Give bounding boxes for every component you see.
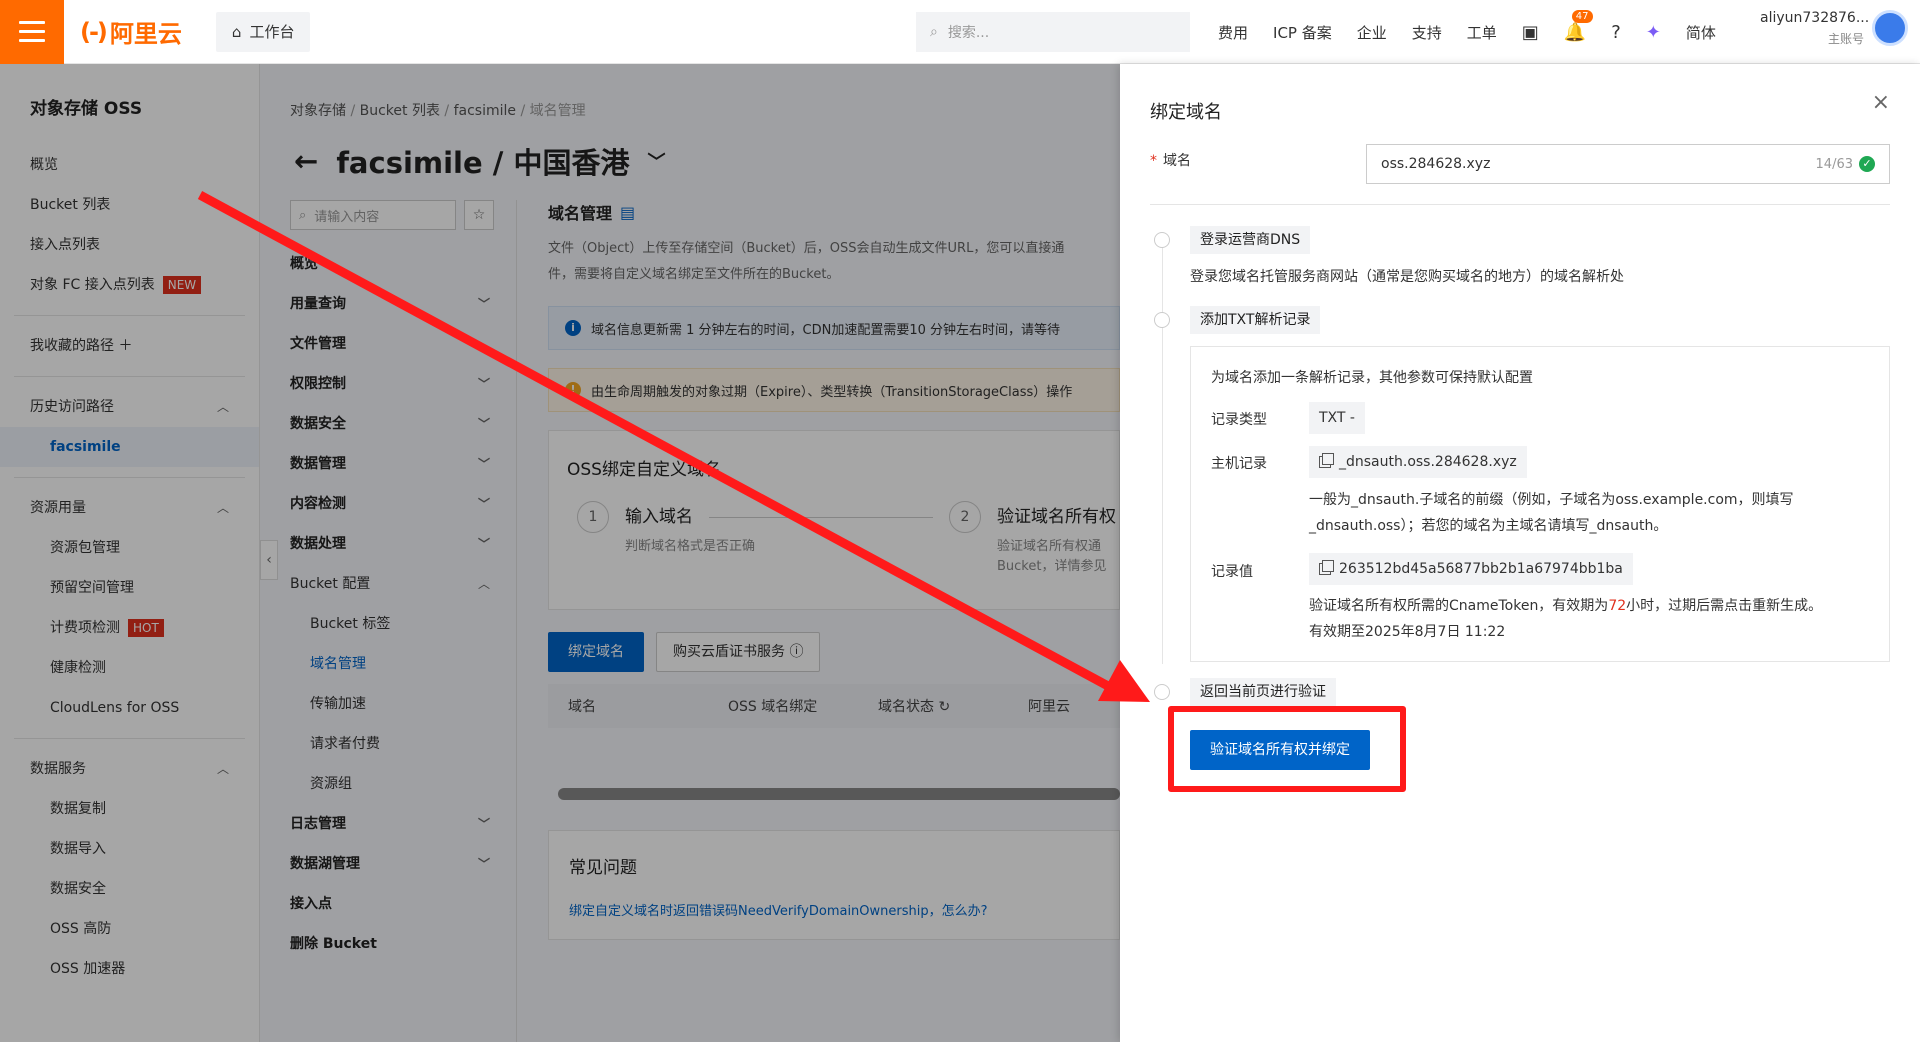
record-value-chip[interactable]: 263512bd45a56877bb2b1a67974bb1ba xyxy=(1309,553,1633,585)
record-value-text: 263512bd45a56877bb2b1a67974bb1ba xyxy=(1339,561,1623,577)
note-line: 一般为_dnsauth.子域名的前缀（例如，子域名为oss.example.co… xyxy=(1309,492,1794,508)
top-bar: (-) 阿里云 ⌂ 工作台 ⌕ 搜索... 费用 ICP 备案 企业 支持 工单 ▣ … xyxy=(0,0,1920,64)
note-line: 验证域名所有权所需的CnameToken，有效期为72小时，过期后需点击重新生成… xyxy=(1309,593,1869,619)
copy-icon[interactable] xyxy=(1319,560,1334,575)
step-tag-verify: 返回当前页进行验证 xyxy=(1190,678,1336,706)
step-dot xyxy=(1154,684,1170,700)
logo-text: 阿里云 xyxy=(109,20,182,48)
host-record-chip[interactable]: _dnsauth.oss.284628.xyz xyxy=(1309,446,1527,478)
workbench-button[interactable]: ⌂ 工作台 xyxy=(215,11,311,52)
search-placeholder: 搜索... xyxy=(947,25,990,41)
domain-label-text: 域名 xyxy=(1163,153,1191,169)
note-text: 验证域名所有权所需的CnameToken，有效期为 xyxy=(1309,598,1609,614)
divider xyxy=(1150,204,1890,205)
notification-badge: 47 xyxy=(1571,9,1593,23)
expiry-line: 有效期至2025年8月7日 11:22 xyxy=(1309,624,1506,640)
char-counter-text: 14/63 xyxy=(1815,156,1853,172)
record-value-note: 验证域名所有权所需的CnameToken，有效期为72小时，过期后需点击重新生成… xyxy=(1309,593,1869,645)
record-value-label: 记录值 xyxy=(1211,564,1253,580)
check-circle-icon: ✓ xyxy=(1859,156,1875,172)
domain-input-value: oss.284628.xyz xyxy=(1381,156,1491,172)
nav-icp[interactable]: ICP 备案 xyxy=(1273,22,1332,43)
search-icon: ⌕ xyxy=(930,24,938,40)
terminal-icon[interactable]: ▣ xyxy=(1522,22,1539,43)
step-tag-add-txt: 添加TXT解析记录 xyxy=(1190,306,1321,334)
nav-enterprise[interactable]: 企业 xyxy=(1357,22,1387,43)
steps-timeline xyxy=(1162,244,1163,664)
modal-mask[interactable] xyxy=(0,64,1120,1042)
highlight-box xyxy=(1168,706,1406,792)
domain-field-label: * 域名 xyxy=(1150,150,1191,170)
required-mark: * xyxy=(1150,153,1157,169)
record-type-label: 记录类型 xyxy=(1211,412,1267,428)
host-record-value: _dnsauth.oss.284628.xyz xyxy=(1339,454,1517,470)
ai-assistant-icon[interactable]: ✦ xyxy=(1646,22,1661,43)
nav-ticket[interactable]: 工单 xyxy=(1467,22,1497,43)
note-text: 小时，过期后需点击重新生成。 xyxy=(1626,598,1823,614)
host-record-label: 主机记录 xyxy=(1211,456,1267,472)
user-role: 主账号 xyxy=(1827,32,1864,46)
home-icon: ⌂ xyxy=(231,22,242,41)
aliyun-logo[interactable]: (-) 阿里云 xyxy=(80,14,182,49)
user-name: aliyun732876... xyxy=(1760,10,1870,26)
step-tag-login-dns: 登录运营商DNS xyxy=(1190,226,1311,254)
help-icon[interactable]: ? xyxy=(1611,22,1621,43)
close-icon[interactable]: × xyxy=(1872,90,1890,115)
domain-input[interactable]: oss.284628.xyz 14/63 ✓ xyxy=(1366,144,1890,184)
step-desc-login-dns: 登录您域名托管服务商网站（通常是您购买域名的地方）的域名解析处 xyxy=(1190,269,1624,285)
step-dot xyxy=(1154,312,1170,328)
drawer-title: 绑定域名 xyxy=(1150,102,1222,123)
nav-fees[interactable]: 费用 xyxy=(1218,22,1248,43)
top-nav: 费用 ICP 备案 企业 支持 工单 ▣ 🔔 47 ? ✦ 简体 xyxy=(1218,0,1716,64)
record-type-value: TXT - xyxy=(1309,402,1365,434)
bell-icon[interactable]: 🔔 47 xyxy=(1564,9,1593,43)
user-menu[interactable]: aliyun732876... 主账号 xyxy=(1760,10,1870,47)
note-line: _dnsauth.oss）；若您的域名为主域名请填写_dnsauth。 xyxy=(1309,518,1668,534)
language-switch[interactable]: 简体 xyxy=(1686,22,1716,43)
step-dot xyxy=(1154,232,1170,248)
char-counter: 14/63 ✓ xyxy=(1816,156,1875,172)
nav-support[interactable]: 支持 xyxy=(1412,22,1442,43)
note-highlight: 72 xyxy=(1608,598,1627,614)
avatar[interactable] xyxy=(1872,10,1908,46)
txt-intro: 为域名添加一条解析记录，其他参数可保持默认配置 xyxy=(1211,370,1533,386)
workbench-label: 工作台 xyxy=(249,23,295,41)
global-search-input[interactable]: ⌕ 搜索... xyxy=(916,12,1190,52)
menu-icon[interactable] xyxy=(0,0,64,64)
txt-record-box: 为域名添加一条解析记录，其他参数可保持默认配置 记录类型 TXT - 主机记录 … xyxy=(1190,346,1890,662)
copy-icon[interactable] xyxy=(1319,453,1334,468)
bind-domain-drawer: 绑定域名 × * 域名 oss.284628.xyz 14/63 ✓ 登录运营商DN… xyxy=(1120,64,1920,1042)
host-record-note: 一般为_dnsauth.子域名的前缀（例如，子域名为oss.example.co… xyxy=(1309,487,1869,539)
